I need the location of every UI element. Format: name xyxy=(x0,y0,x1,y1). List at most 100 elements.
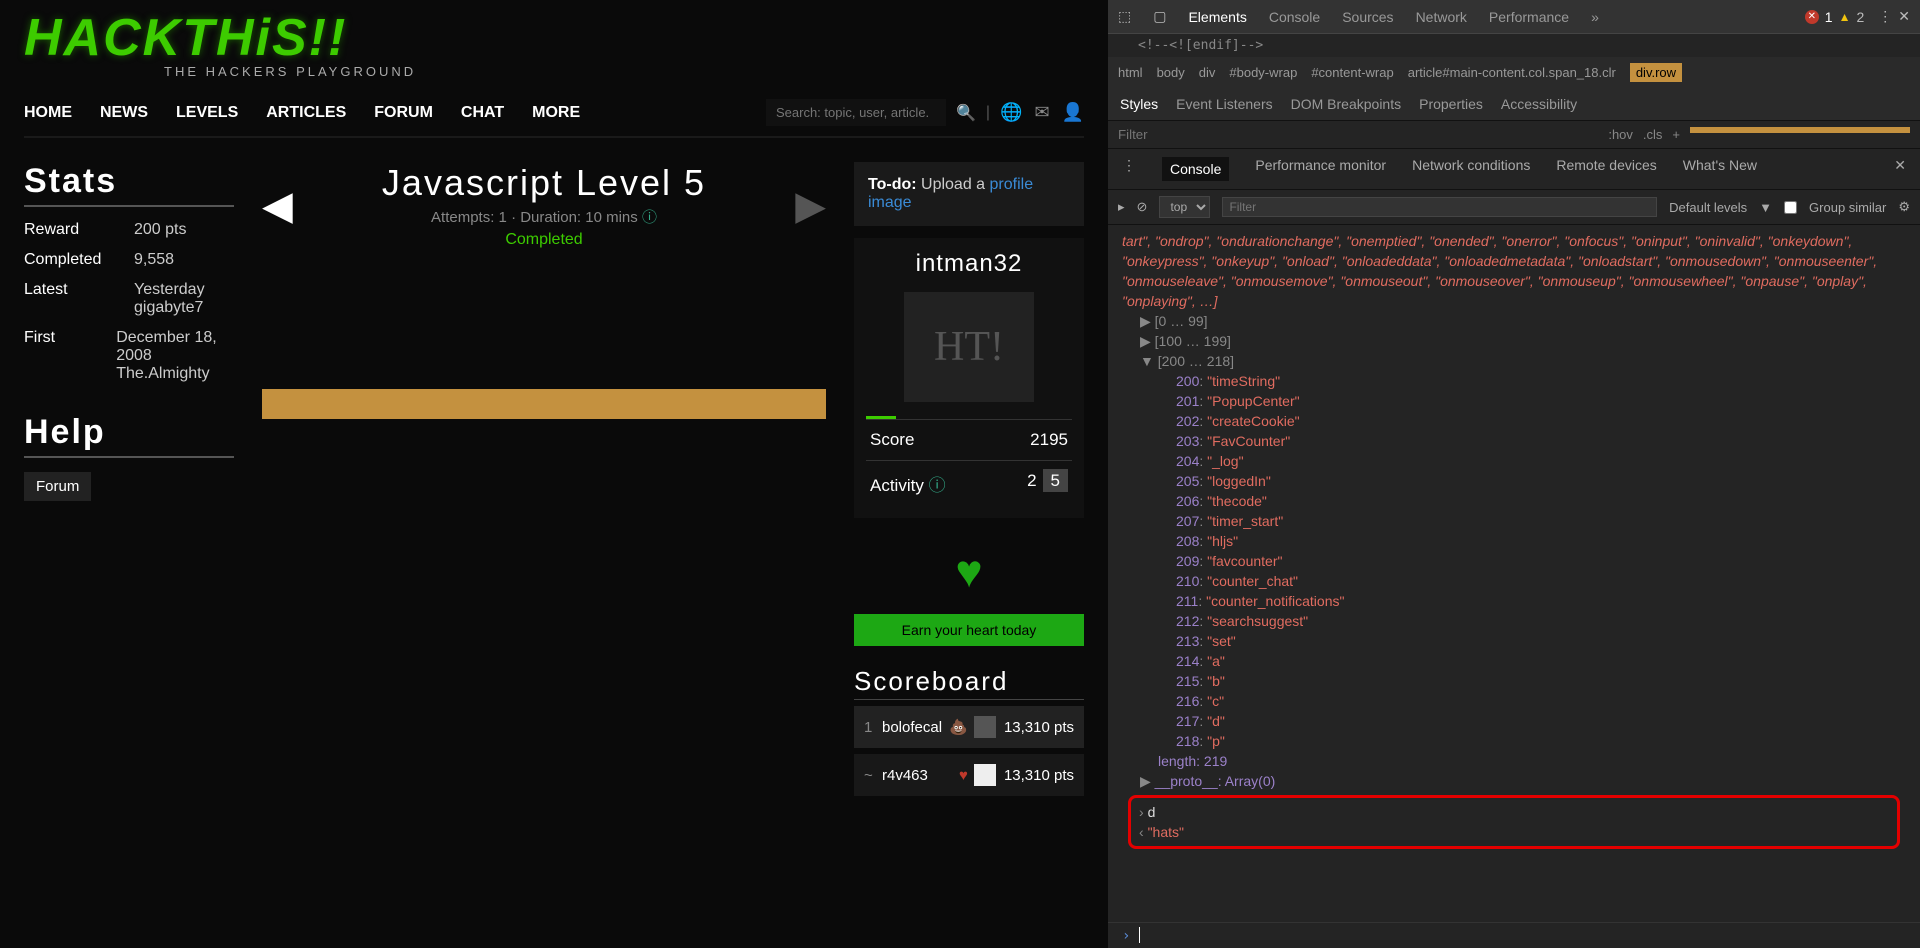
drawer-console[interactable]: Console xyxy=(1162,157,1229,181)
rank: 1 xyxy=(864,719,882,736)
subtab-eventlisteners[interactable]: Event Listeners xyxy=(1176,96,1273,112)
subtab-accessibility[interactable]: Accessibility xyxy=(1501,96,1577,112)
forum-button[interactable]: Forum xyxy=(24,472,91,501)
tab-performance[interactable]: Performance xyxy=(1489,9,1569,25)
cls-toggle[interactable]: .cls xyxy=(1643,127,1663,142)
stat-val: Yesterday gigabyte7 xyxy=(134,281,205,317)
player-name: bolofecal xyxy=(882,719,949,736)
todo-label: To-do: xyxy=(868,176,917,193)
scoreboard-row[interactable]: ~ r4v463 ♥ 13,310 pts xyxy=(854,754,1084,796)
user-icon[interactable]: 👤 xyxy=(1062,102,1084,123)
prev-level-arrow[interactable]: ◀ xyxy=(262,183,293,229)
nav-news[interactable]: NEWS xyxy=(100,104,148,122)
next-level-arrow[interactable]: ▶ xyxy=(795,183,826,229)
search-icon[interactable]: 🔍 xyxy=(956,103,976,123)
rank: ~ xyxy=(864,767,882,784)
level-subtitle: Attempts: 1 · Duration: 10 mins ⓘ xyxy=(313,206,775,227)
console-prompt[interactable]: › xyxy=(1108,922,1920,948)
highlighted-input: › d ‹ "hats" xyxy=(1128,795,1900,849)
stat-val: December 18, 2008 The.Almighty xyxy=(116,329,234,383)
nav-chat[interactable]: CHAT xyxy=(461,104,504,122)
tab-sources[interactable]: Sources xyxy=(1342,9,1393,25)
nav-levels[interactable]: LEVELS xyxy=(176,104,238,122)
drawer-menu-icon[interactable]: ⋮ xyxy=(1122,157,1136,181)
close-icon[interactable]: ✕ xyxy=(1898,8,1910,25)
error-badge[interactable]: ✕ xyxy=(1805,10,1819,24)
drawer-whatsnew[interactable]: What's New xyxy=(1683,157,1757,181)
site-logo: HACKTHiS!! xyxy=(24,8,1084,68)
html-source-line: <!--<![endif]--> xyxy=(1108,34,1920,57)
dom-breadcrumb[interactable]: htmlbodydiv#body-wrap#content-wraparticl… xyxy=(1108,57,1920,88)
tab-network[interactable]: Network xyxy=(1416,9,1467,25)
styles-filter[interactable] xyxy=(1118,127,1598,142)
score-label: Score xyxy=(870,430,914,450)
help-heading: Help xyxy=(24,413,234,458)
hov-toggle[interactable]: :hov xyxy=(1608,127,1633,142)
stat-val: 9,558 xyxy=(134,251,174,269)
mail-icon[interactable]: ✉ xyxy=(1034,102,1049,123)
activity-a: 2 xyxy=(1027,471,1036,490)
todo-text: Upload a xyxy=(921,176,990,193)
console-result: "hats" xyxy=(1148,824,1184,840)
heart-icon: ♥ xyxy=(959,767,968,784)
error-count: 1 xyxy=(1825,9,1833,25)
device-icon[interactable]: ▢ xyxy=(1153,8,1166,25)
globe-icon[interactable]: 🌐 xyxy=(1000,102,1022,123)
earn-heart-button[interactable]: Earn your heart today xyxy=(854,614,1084,646)
group-similar-label: Group similar xyxy=(1809,200,1886,215)
points: 13,310 pts xyxy=(1004,719,1074,736)
stat-key: Reward xyxy=(24,221,134,239)
subtab-properties[interactable]: Properties xyxy=(1419,96,1483,112)
nav-more[interactable]: MORE xyxy=(532,104,580,122)
drawer-remote[interactable]: Remote devices xyxy=(1556,157,1656,181)
console-sidebar-icon[interactable]: ▸ xyxy=(1118,199,1125,215)
activity-b: 5 xyxy=(1043,469,1068,492)
clear-console-icon[interactable]: ⊘ xyxy=(1137,199,1148,215)
group-similar-checkbox[interactable] xyxy=(1784,201,1797,214)
stat-key: Latest xyxy=(24,281,134,317)
stat-key: First xyxy=(24,329,116,383)
nav-home[interactable]: HOME xyxy=(24,104,72,122)
warning-badge[interactable]: ▲ xyxy=(1839,10,1851,24)
settings-icon[interactable]: ⚙ xyxy=(1898,199,1910,215)
player-name: r4v463 xyxy=(882,767,959,784)
warning-count: 2 xyxy=(1856,9,1864,25)
tagline: THE HACKERS PLAYGROUND xyxy=(164,64,1084,79)
search-input[interactable] xyxy=(766,99,946,126)
scoreboard-heading: Scoreboard xyxy=(854,666,1084,700)
inspect-icon[interactable]: ⬚ xyxy=(1118,8,1131,25)
subtab-dombreakpoints[interactable]: DOM Breakpoints xyxy=(1291,96,1401,112)
level-title: Javascript Level 5 xyxy=(313,162,775,204)
console-filter[interactable] xyxy=(1222,197,1657,217)
heart-icon: ♥ xyxy=(854,544,1084,598)
drawer-network[interactable]: Network conditions xyxy=(1412,157,1530,181)
scoreboard-row[interactable]: 1 bolofecal 💩 13,310 pts xyxy=(854,706,1084,748)
username: intman32 xyxy=(866,250,1072,278)
stat-key: Completed xyxy=(24,251,134,269)
stat-val: 200 pts xyxy=(134,221,186,239)
log-levels[interactable]: Default levels xyxy=(1669,200,1747,215)
score-value: 2195 xyxy=(1030,430,1068,450)
add-rule-icon[interactable]: + xyxy=(1672,127,1680,142)
gold-bar xyxy=(262,389,826,419)
more-tabs-icon[interactable]: » xyxy=(1591,9,1599,25)
avatar xyxy=(974,764,996,786)
console-cmd: d xyxy=(1148,804,1156,820)
drawer-close-icon[interactable]: ✕ xyxy=(1894,157,1906,181)
todo-box: To-do: Upload a profile image xyxy=(854,162,1084,226)
console-output[interactable]: tart", "ondrop", "ondurationchange", "on… xyxy=(1108,225,1920,922)
nav-articles[interactable]: ARTICLES xyxy=(266,104,346,122)
length-line: length: 219 xyxy=(1122,751,1906,771)
points: 13,310 pts xyxy=(1004,767,1074,784)
context-select[interactable]: top xyxy=(1159,196,1210,218)
subtab-styles[interactable]: Styles xyxy=(1120,96,1158,112)
nav-forum[interactable]: FORUM xyxy=(374,104,433,122)
tab-elements[interactable]: Elements xyxy=(1188,9,1246,25)
avatar-placeholder: HT! xyxy=(904,292,1034,402)
activity-label: Activity xyxy=(870,476,924,495)
avatar xyxy=(974,716,996,738)
menu-icon[interactable]: ⋮ xyxy=(1878,8,1892,25)
drawer-perfmon[interactable]: Performance monitor xyxy=(1255,157,1386,181)
stats-heading: Stats xyxy=(24,162,234,207)
tab-console[interactable]: Console xyxy=(1269,9,1320,25)
